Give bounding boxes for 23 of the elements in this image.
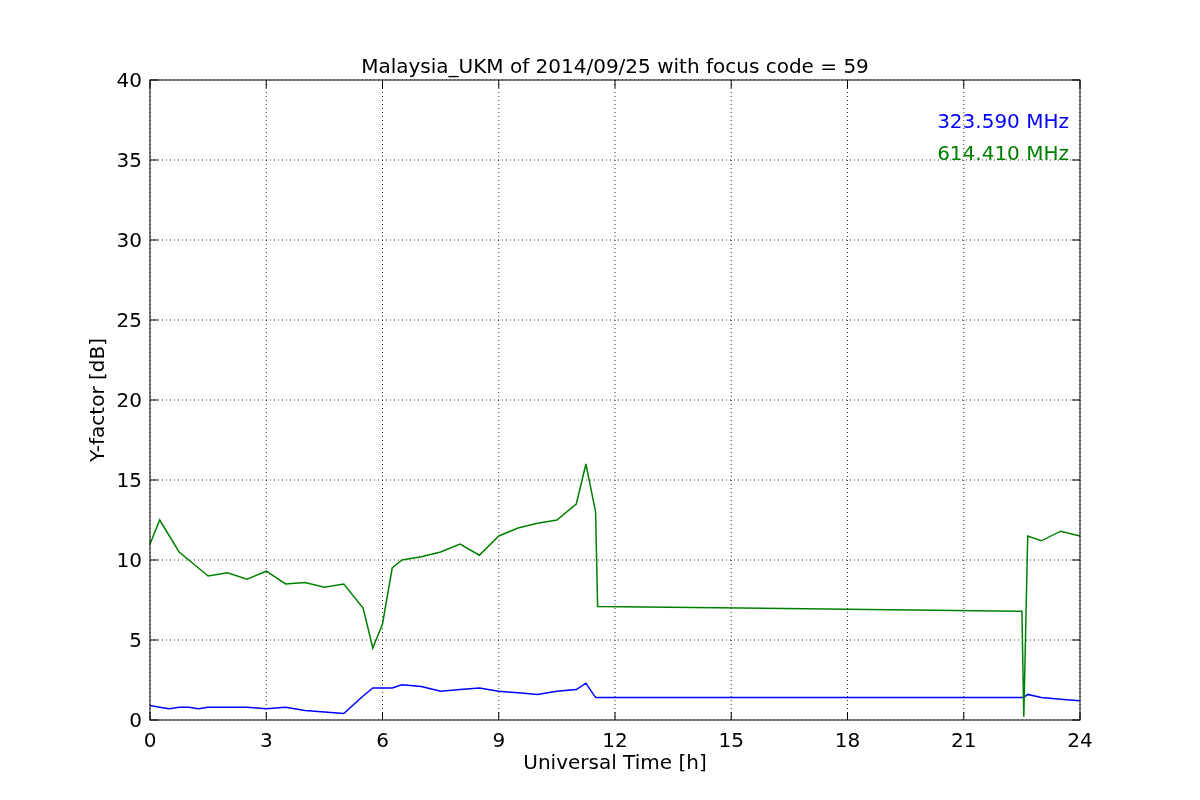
tick-label: 30 [116, 228, 142, 252]
tick-label: 9 [492, 728, 506, 752]
tick-label: 21 [951, 728, 977, 752]
tick-label: 0 [129, 708, 142, 732]
legend-label: 323.590 MHz [937, 109, 1069, 133]
tick-label: 20 [116, 388, 142, 412]
legend-label: 614.410 MHz [937, 141, 1069, 165]
tick-label: 10 [116, 548, 142, 572]
axis-title: Universal Time [h] [523, 750, 707, 774]
tick-label: 6 [376, 728, 389, 752]
tick-label: 5 [129, 628, 142, 652]
tick-label: 15 [718, 728, 744, 752]
tick-label: 3 [259, 728, 273, 752]
tick-label: 15 [116, 468, 142, 492]
tick-label: 18 [834, 728, 861, 752]
chart-title: Malaysia_UKM of 2014/09/25 with focus code = 59 [361, 54, 869, 78]
tick-label: 40 [116, 68, 142, 92]
tick-label: 0 [143, 728, 157, 752]
tick-label: 24 [1067, 728, 1093, 752]
axis-title: Y-factor [dB] [85, 338, 109, 462]
tick-label: 35 [116, 148, 142, 172]
tick-label: 12 [602, 728, 628, 752]
tick-label: 25 [116, 308, 142, 332]
